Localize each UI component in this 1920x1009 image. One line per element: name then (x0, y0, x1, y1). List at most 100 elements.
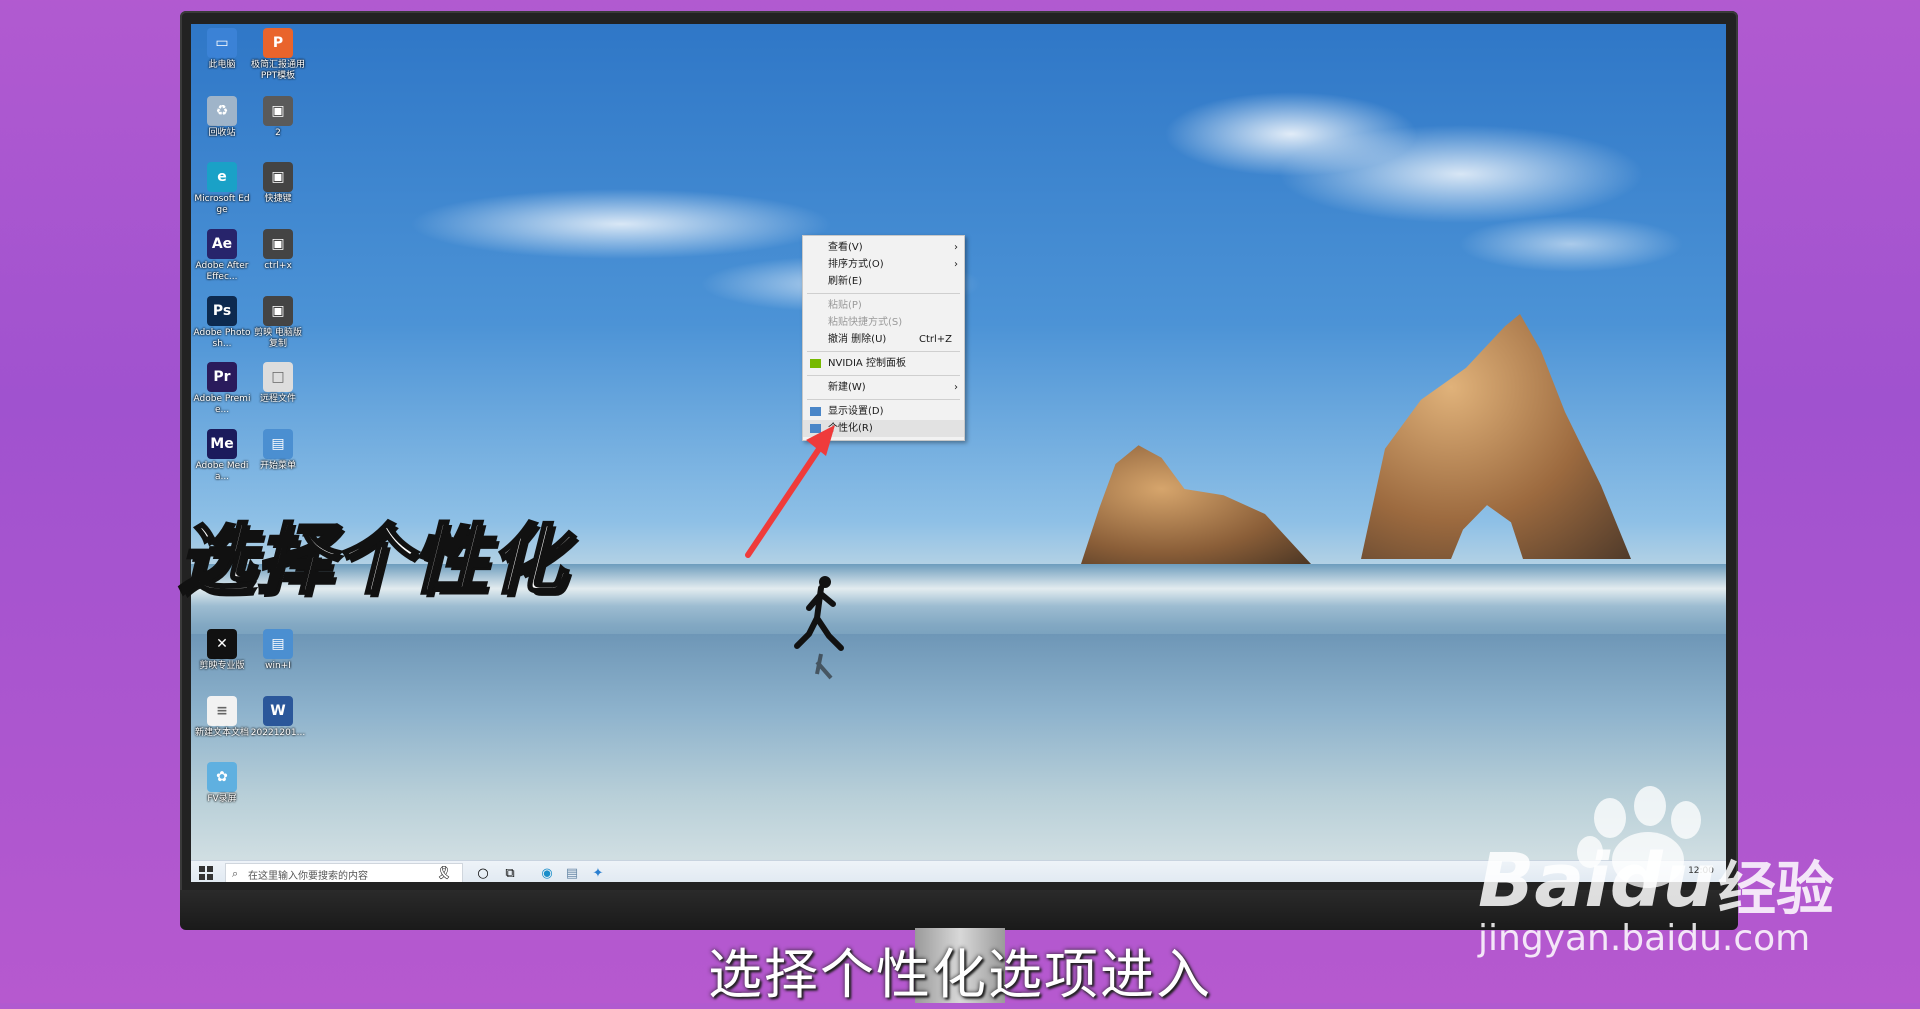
desktop-icon[interactable]: ≡ 新建文本文档 (193, 696, 251, 739)
menu-item-label: 查看(V) (828, 242, 863, 253)
desktop-icon[interactable]: Ps Adobe Photosh... (193, 296, 251, 350)
desktop-icon-label: Adobe Media... (195, 461, 249, 482)
desktop-icon[interactable]: ♻ 回收站 (193, 96, 251, 139)
menu-item[interactable]: 新建(W) › (803, 379, 964, 396)
personalize-icon (810, 424, 821, 433)
context-menu: 查看(V) › 排序方式(O) › 刷新(E) 粘贴(P) 粘贴快捷方式(S) 撤消 删除(U… (802, 235, 965, 441)
menu-item-label: 刷新(E) (828, 276, 863, 287)
image-file-icon: ▤ (263, 429, 293, 459)
recorder-icon: ✿ (207, 762, 237, 792)
recycle-bin-icon: ♻ (207, 96, 237, 126)
wallpaper-runner (794, 576, 844, 680)
edge-taskbar-icon[interactable]: ◉ (538, 865, 556, 882)
capcut-icon: ✕ (207, 629, 237, 659)
desktop-icon[interactable]: ▣ 2 (249, 96, 307, 139)
menu-item-label: 粘贴(P) (828, 300, 862, 311)
menu-item[interactable]: 撤消 删除(U) Ctrl+Z (803, 331, 964, 348)
file-explorer-taskbar-icon[interactable]: ▤ (563, 865, 581, 882)
desktop-icon[interactable]: ▣ 快捷键 (249, 162, 307, 205)
menu-item-label: 个性化(R) (828, 423, 873, 434)
desktop-icon-label: 20221201... (250, 728, 306, 738)
caption-select-personalize: 选择个性化 (177, 514, 568, 606)
menu-item-label: 排序方式(O) (828, 259, 884, 270)
menu-item-label: 显示设置(D) (828, 406, 884, 417)
media-encoder-icon: Me (207, 429, 237, 459)
desktop-icon[interactable]: ▣ ctrl+x (249, 229, 307, 272)
desktop-icon-label: Adobe After Effec... (195, 261, 249, 282)
menu-separator (807, 375, 960, 376)
desktop-icon[interactable]: Ae Adobe After Effec... (193, 229, 251, 283)
windows-start-icon[interactable] (199, 866, 213, 880)
video-file-icon: ▣ (263, 229, 293, 259)
menu-item-shortcut: Ctrl+Z (918, 334, 952, 345)
video-file-icon: ▣ (263, 96, 293, 126)
display-icon (810, 407, 821, 416)
search-placeholder: 在这里输入你要搜索的内容 (248, 871, 368, 882)
desktop-icon-label: Microsoft Edge (194, 194, 250, 215)
edge-icon: e (207, 162, 237, 192)
desktop-icon[interactable]: ▭ 此电脑 (193, 28, 251, 71)
menu-item-label: NVIDIA 控制面板 (828, 358, 906, 369)
desktop-icon[interactable]: ✿ FV录屏 (193, 762, 251, 805)
menu-item-label: 新建(W) (828, 382, 866, 393)
chevron-right-icon: › (954, 382, 958, 393)
menu-item: 粘贴快捷方式(S) (803, 314, 964, 331)
app-taskbar-icon[interactable]: ✦ (589, 865, 607, 882)
desktop-icon-label: 快捷键 (264, 194, 292, 204)
menu-item[interactable]: 个性化(R) (803, 420, 964, 437)
desktop-icon-label: ctrl+x (264, 261, 292, 271)
desktop-icon-label: 远程文件 (259, 394, 296, 404)
desktop-icon-label: win+I (265, 661, 291, 671)
desktop-screen[interactable]: ▭ 此电脑 P 极简汇报通用PPT模板 ♻ 回收站 ▣ 2 e Microsoft Edge ▣ 快捷… (191, 24, 1726, 882)
image-file-icon: ▤ (263, 629, 293, 659)
menu-separator (807, 399, 960, 400)
document-icon: □ (263, 362, 293, 392)
watermark-brand: Baidu (1478, 838, 1716, 924)
ribbon-icon[interactable]: 🎗 (435, 865, 453, 882)
desktop-icon[interactable]: e Microsoft Edge (193, 162, 251, 216)
wallpaper-rock-small (1081, 445, 1311, 564)
menu-separator (807, 293, 960, 294)
desktop-icon[interactable]: P 极简汇报通用PPT模板 (249, 28, 307, 82)
desktop-icon-label: 此电脑 (208, 60, 236, 70)
wallpaper-rock-arch (1361, 314, 1631, 559)
desktop-icon-label: 开始菜单 (259, 461, 296, 471)
menu-separator (807, 351, 960, 352)
desktop-icon-label: 剪映专业版 (199, 661, 245, 671)
desktop-icon-label: 极简汇报通用PPT模板 (250, 60, 305, 81)
cortana-icon[interactable]: ○ (474, 865, 492, 882)
after-effects-icon: Ae (207, 229, 237, 259)
premiere-icon: Pr (207, 362, 237, 392)
menu-item-label: 撤消 删除(U) (828, 334, 887, 345)
desktop-icon[interactable]: Pr Adobe Premie... (193, 362, 251, 416)
watermark-url: jingyan.baidu.com (1478, 918, 1811, 959)
desktop-icon[interactable]: W 20221201... (249, 696, 307, 739)
chevron-right-icon: › (954, 242, 958, 253)
desktop-icon[interactable]: ▣ 剪映 电脑版 复制 (249, 296, 307, 350)
text-file-icon: ≡ (207, 696, 237, 726)
desktop-icon[interactable]: Me Adobe Media... (193, 429, 251, 483)
menu-item[interactable]: 查看(V) › (803, 239, 964, 256)
menu-item[interactable]: 刷新(E) (803, 273, 964, 290)
photoshop-icon: Ps (207, 296, 237, 326)
desktop-icon-label: 回收站 (208, 128, 236, 138)
task-view-icon[interactable]: ⧉ (501, 865, 519, 882)
desktop-icon[interactable]: ▤ 开始菜单 (249, 429, 307, 472)
desktop-icon[interactable]: ✕ 剪映专业版 (193, 629, 251, 672)
desktop-icon-label: Adobe Photosh... (193, 328, 251, 349)
menu-item[interactable]: 排序方式(O) › (803, 256, 964, 273)
chevron-right-icon: › (954, 259, 958, 270)
desktop-icon-label: 剪映 电脑版 复制 (254, 328, 302, 349)
menu-item: 粘贴(P) (803, 297, 964, 314)
menu-item[interactable]: 显示设置(D) (803, 403, 964, 420)
desktop-icon[interactable]: ▤ win+I (249, 629, 307, 672)
computer-icon: ▭ (207, 28, 237, 58)
menu-item[interactable]: NVIDIA 控制面板 (803, 355, 964, 372)
desktop-icon[interactable]: □ 远程文件 (249, 362, 307, 405)
watermark-cn: 经验 (1718, 855, 1835, 923)
taskbar-search-box[interactable]: ⌕ 在这里输入你要搜索的内容 (225, 863, 463, 882)
desktop-icon-label: 2 (275, 128, 281, 138)
video-file-icon: ▣ (263, 296, 293, 326)
ppt-file-icon: P (263, 28, 293, 58)
desktop-icon-label: FV录屏 (207, 794, 237, 804)
